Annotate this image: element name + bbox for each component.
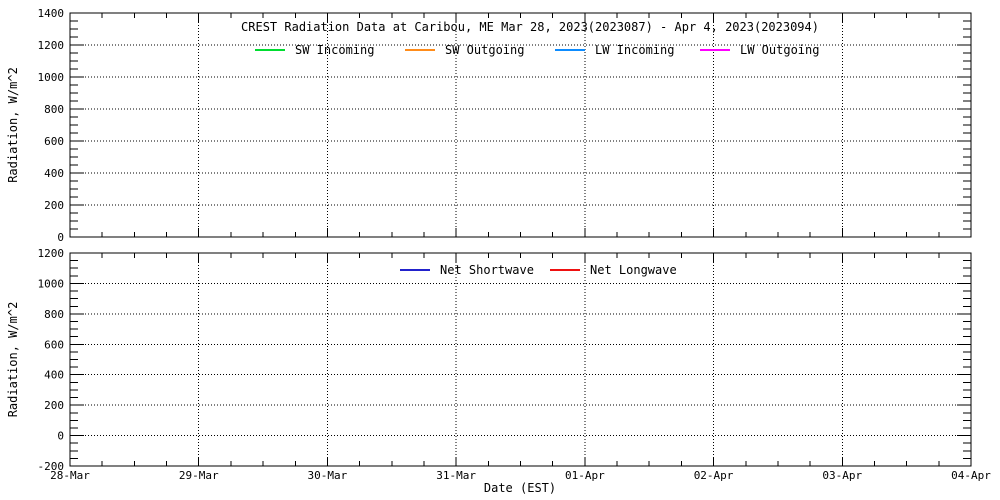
x-tick-label: 03-Apr <box>822 469 862 482</box>
y-tick-label: 1200 <box>38 247 65 260</box>
legend-label: SW Incoming <box>295 43 374 57</box>
x-tick-label: 31-Mar <box>436 469 476 482</box>
y-tick-label: 1200 <box>38 39 65 52</box>
legend-label: Net Longwave <box>590 263 677 277</box>
gridlines <box>70 253 971 466</box>
y-tick-label: 600 <box>44 338 64 351</box>
radiation-chart-figure: 0 200 400 600 800 1000 1200 1400 Radiation, W/m^… <box>0 0 1000 500</box>
y-tick-label: 400 <box>44 369 64 382</box>
legend-label: LW Incoming <box>595 43 674 57</box>
x-tick-label: 29-Mar <box>179 469 219 482</box>
y-axis-title: Radiation, W/m^2 <box>6 302 20 418</box>
chart-title: CREST Radiation Data at Caribou, ME Mar … <box>241 20 819 34</box>
y-axis-title: Radiation, W/m^2 <box>6 67 20 183</box>
panel-top: 0 200 400 600 800 1000 1200 1400 Radiation, W/m^… <box>6 7 972 244</box>
y-tick-label: 1000 <box>38 71 65 84</box>
y-tick-label: 200 <box>44 399 64 412</box>
panel-border <box>69 252 972 467</box>
axis-ticks <box>69 253 972 466</box>
y-tick-label: 0 <box>57 430 64 443</box>
legend-label: SW Outgoing <box>445 43 524 57</box>
chart-canvas: 0 200 400 600 800 1000 1200 1400 Radiation, W/m^… <box>6 7 991 495</box>
x-axis-title: Date (EST) <box>484 481 556 495</box>
x-tick-label: 28-Mar <box>50 469 90 482</box>
legend-label: Net Shortwave <box>440 263 534 277</box>
y-tick-label: 800 <box>44 308 64 321</box>
y-tick-label: 1000 <box>38 277 65 290</box>
y-tick-label: 200 <box>44 199 64 212</box>
x-tick-label: 04-Apr <box>951 469 991 482</box>
y-tick-label: 400 <box>44 167 64 180</box>
x-tick-label: 30-Mar <box>308 469 348 482</box>
legend: Net Shortwave Net Longwave <box>400 263 677 277</box>
x-tick-label: 01-Apr <box>565 469 605 482</box>
legend: SW Incoming SW Outgoing LW Incoming LW Outg… <box>255 43 819 57</box>
legend-label: LW Outgoing <box>740 43 819 57</box>
panel-bottom: -200020040060080010001200Radiation, W/m^… <box>6 247 991 495</box>
y-tick-label: 600 <box>44 135 64 148</box>
y-tick-label: 1400 <box>38 7 65 20</box>
y-tick-label: 0 <box>57 231 64 244</box>
y-tick-label: 800 <box>44 103 64 116</box>
x-tick-label: 02-Apr <box>694 469 734 482</box>
